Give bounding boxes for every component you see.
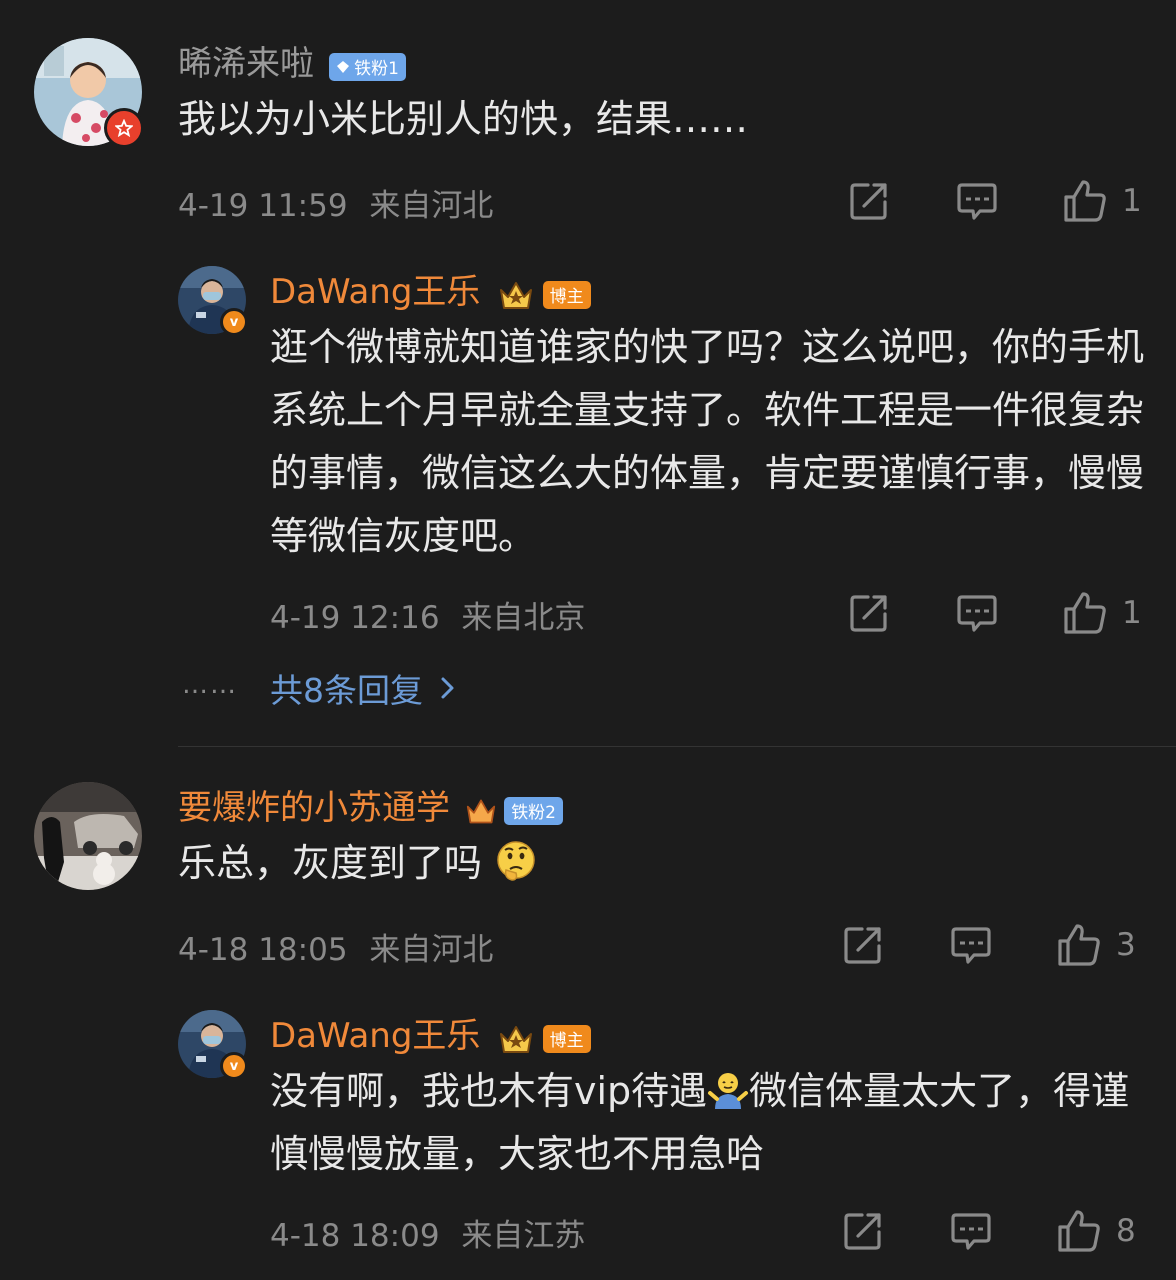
avatar[interactable]: v [178, 266, 248, 336]
blogger-badge: 博主 [542, 1024, 591, 1053]
thinking-emoji-icon [497, 840, 535, 881]
verified-icon: v [220, 308, 248, 336]
comment-header: 要爆炸的小苏通学 铁粉2 [178, 780, 564, 830]
username[interactable]: DaWang王乐 [270, 272, 480, 312]
reply-meta: 4-18 18:09 来自江苏 [270, 1210, 585, 1255]
reply-header: DaWang王乐 博主 [270, 1008, 591, 1060]
like-count: 1 [1122, 183, 1142, 219]
comment-text: 乐总，灰度到了吗 [178, 832, 1138, 895]
chevron-right-icon [441, 677, 454, 699]
verified-icon: v [220, 1052, 248, 1080]
like-button[interactable]: 3 [1056, 922, 1136, 968]
avatar[interactable] [34, 782, 142, 890]
share-button[interactable] [842, 924, 884, 966]
username[interactable]: DaWang王乐 [270, 1016, 480, 1056]
username[interactable]: 要爆炸的小苏通学 [178, 788, 450, 828]
reply-text-part1: 没有啊，我也木有vip待遇 [270, 1069, 708, 1113]
reply-meta: 4-19 12:16 来自北京 [270, 592, 585, 637]
divider [178, 746, 1176, 747]
comment-icon [951, 1213, 991, 1250]
comment-button[interactable] [956, 592, 998, 634]
diamond-icon [337, 60, 350, 73]
thumbs-up-icon [1064, 180, 1106, 222]
fan-badge: 铁粉1 [329, 52, 406, 81]
share-icon [844, 927, 881, 964]
member-star-icon [104, 108, 144, 148]
comment-icon [957, 183, 997, 220]
location: 来自北京 [461, 600, 586, 636]
like-button[interactable]: 1 [1062, 590, 1142, 636]
comment-button[interactable] [956, 180, 998, 222]
thumbs-up-icon [1058, 1210, 1100, 1252]
crown-icon [499, 1025, 532, 1053]
comment-icon [951, 927, 991, 964]
like-count: 1 [1122, 595, 1142, 631]
comment-button[interactable] [950, 1210, 992, 1252]
timestamp: 4-19 12:16 [270, 600, 440, 636]
comment-text: 我以为小米比别人的快，结果…… [178, 97, 749, 141]
comment-text-body: 乐总，灰度到了吗 [178, 841, 483, 885]
like-button[interactable]: 1 [1062, 178, 1142, 224]
location: 来自河北 [369, 188, 494, 224]
shrug-emoji-icon [708, 1072, 749, 1109]
comment-button[interactable] [950, 924, 992, 966]
comment-meta: 4-18 18:05 来自河北 [178, 924, 493, 969]
like-button[interactable]: 8 [1056, 1208, 1136, 1254]
comment-icon [957, 595, 997, 632]
timestamp: 4-18 18:09 [270, 1218, 440, 1254]
username[interactable]: 晞浠来啦 [178, 44, 314, 84]
fan-badge: 铁粉2 [504, 796, 564, 825]
comment-header: 晞浠来啦 铁粉1 [178, 36, 406, 85]
more-replies-label: 共8条回复 [270, 671, 423, 710]
share-button[interactable] [848, 592, 890, 634]
more-dots: …… [182, 670, 238, 700]
share-icon [850, 595, 887, 632]
location: 来自江苏 [461, 1218, 586, 1254]
location: 来自河北 [369, 932, 494, 968]
share-icon [844, 1213, 881, 1250]
crown-icon [499, 281, 532, 309]
fan-badge-label: 铁粉1 [354, 59, 399, 79]
reply-header: DaWang王乐 博主 [270, 264, 591, 316]
like-count: 8 [1116, 1213, 1136, 1249]
reply-text: 没有啊，我也木有vip待遇 微信体量太大了，得谨慎慢慢放量，大家也不用急哈 [270, 1060, 1150, 1186]
blogger-badge: 博主 [542, 280, 591, 309]
avatar[interactable]: v [178, 1010, 248, 1080]
share-icon [850, 183, 887, 220]
thumbs-up-icon [1058, 924, 1100, 966]
view-more-replies-link[interactable]: 共8条回复 [270, 664, 459, 712]
crown-icon [466, 799, 496, 823]
like-count: 3 [1116, 927, 1136, 963]
thumbs-up-icon [1064, 592, 1106, 634]
timestamp: 4-19 11:59 [178, 188, 348, 224]
comment-meta: 4-19 11:59 来自河北 [178, 180, 493, 225]
timestamp: 4-18 18:05 [178, 932, 348, 968]
reply-text: 逛个微博就知道谁家的快了吗？这么说吧，你的手机系统上个月早就全量支持了。软件工程… [270, 325, 1145, 558]
share-button[interactable] [848, 180, 890, 222]
share-button[interactable] [842, 1210, 884, 1252]
avatar[interactable] [34, 38, 144, 148]
